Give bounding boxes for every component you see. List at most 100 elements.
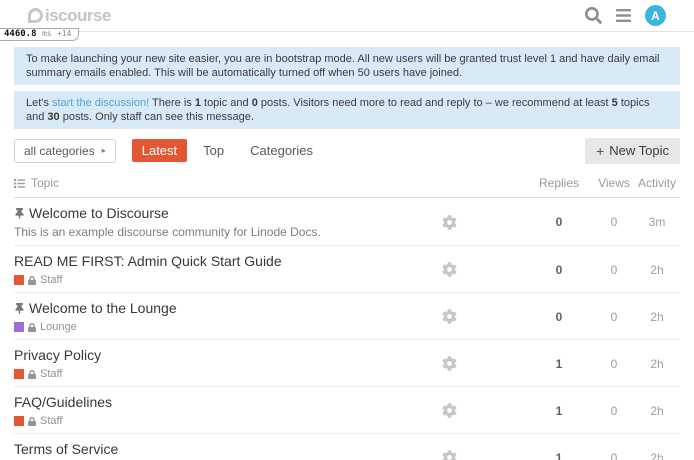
category-name: Staff (40, 415, 62, 427)
start-discussion-link[interactable]: start the discussion! (52, 97, 149, 109)
topic-title[interactable]: Welcome to Discourse (29, 205, 169, 221)
replies-count: 0 (524, 215, 594, 229)
lock-icon (28, 323, 36, 332)
activity-column-header[interactable]: Activity (634, 176, 680, 190)
bootstrap-notice-text: To make launching your new site easier, … (26, 53, 659, 79)
replies-count: 0 (524, 310, 594, 324)
replies-count: 1 (524, 451, 594, 460)
topic-title-line[interactable]: Welcome to the Lounge (14, 300, 364, 317)
activity-value[interactable]: 2h (634, 263, 680, 277)
views-count: 0 (594, 357, 634, 371)
list-controls: all categories ▸ Latest Top Categories +… (14, 138, 680, 163)
new-topic-label: New Topic (609, 143, 669, 158)
header-actions: A (585, 5, 666, 26)
caret-right-icon: ▸ (102, 146, 106, 155)
views-count: 0 (594, 310, 634, 324)
user-avatar[interactable]: A (645, 5, 666, 26)
category-badge[interactable]: Staff (14, 415, 364, 427)
topic-column-header[interactable]: Topic (14, 176, 374, 190)
activity-value[interactable]: 2h (634, 404, 680, 418)
lock-icon (28, 370, 36, 379)
gear-icon[interactable] (442, 356, 457, 371)
pin-icon (14, 303, 25, 314)
activity-value[interactable]: 3m (634, 215, 680, 229)
site-header: iscourse A (0, 0, 694, 32)
topic-admin-cell (374, 262, 524, 277)
search-icon[interactable] (585, 7, 602, 24)
gear-icon[interactable] (442, 450, 457, 460)
gear-icon[interactable] (442, 309, 457, 324)
topic-admin-cell (374, 309, 524, 324)
activity-value[interactable]: 2h (634, 451, 680, 460)
topic-list-header: Topic Replies Views Activity (14, 168, 680, 198)
replies-count: 0 (524, 263, 594, 277)
category-filter-label: all categories (24, 144, 95, 158)
topic-main-cell: READ ME FIRST: Admin Quick Start Guide S… (14, 253, 374, 286)
topic-main-cell: Terms of Service Staff (14, 441, 374, 460)
activity-value[interactable]: 2h (634, 310, 680, 324)
replies-column-header[interactable]: Replies (524, 176, 594, 190)
gear-icon[interactable] (442, 262, 457, 277)
topic-admin-cell (374, 403, 524, 418)
category-badge[interactable]: Staff (14, 274, 364, 286)
category-color-square (14, 322, 24, 332)
topic-list-body: Welcome to Discourse This is an example … (14, 198, 680, 460)
views-count: 0 (594, 263, 634, 277)
tab-categories[interactable]: Categories (240, 139, 323, 162)
topic-title[interactable]: FAQ/Guidelines (14, 394, 112, 410)
views-count: 0 (594, 215, 634, 229)
topic-row: Privacy Policy Staff 1 0 2h (14, 340, 680, 387)
profiler-time: 4460.8 (4, 29, 37, 39)
gear-icon[interactable] (442, 403, 457, 418)
topic-row: Terms of Service Staff 1 0 2h (14, 434, 680, 460)
topic-row: FAQ/Guidelines Staff 1 0 2h (14, 387, 680, 434)
topic-row: READ ME FIRST: Admin Quick Start Guide S… (14, 246, 680, 293)
activity-value[interactable]: 2h (634, 357, 680, 371)
topic-excerpt: This is an example discourse community f… (14, 225, 364, 239)
topic-title-line[interactable]: Privacy Policy (14, 347, 364, 364)
topic-title-line[interactable]: FAQ/Guidelines (14, 394, 364, 411)
replies-count: 1 (524, 404, 594, 418)
topic-title[interactable]: Privacy Policy (14, 347, 101, 363)
category-name: Staff (40, 274, 62, 286)
topic-title-line[interactable]: Welcome to Discourse (14, 205, 364, 222)
tab-latest[interactable]: Latest (132, 139, 187, 162)
lock-icon (28, 276, 36, 285)
list-nav-tabs: Latest Top Categories (132, 139, 585, 162)
pin-icon (14, 208, 25, 219)
topic-main-cell: Welcome to the Lounge Lounge (14, 300, 374, 333)
category-badge[interactable]: Staff (14, 368, 364, 380)
views-column-header[interactable]: Views (594, 176, 634, 190)
new-topic-button[interactable]: + New Topic (585, 138, 680, 164)
category-color-square (14, 416, 24, 426)
category-name: Lounge (40, 321, 77, 333)
category-badge[interactable]: Lounge (14, 321, 364, 333)
discourse-bubble-icon (28, 8, 43, 23)
logo-wordmark: iscourse (45, 6, 111, 26)
category-color-square (14, 369, 24, 379)
recommended-posts: 30 (47, 111, 59, 123)
start-discussion-notice: Let's start the discussion! There is 1 t… (14, 91, 680, 129)
topic-title[interactable]: Welcome to the Lounge (29, 300, 177, 316)
tab-top[interactable]: Top (193, 139, 234, 162)
topic-row: Welcome to the Lounge Lounge 0 0 2h (14, 293, 680, 340)
lock-icon (28, 417, 36, 426)
topic-admin-cell (374, 450, 524, 460)
hamburger-menu-icon[interactable] (615, 7, 632, 24)
gear-icon[interactable] (442, 215, 457, 230)
topic-title-line[interactable]: Terms of Service (14, 441, 364, 458)
replies-count: 1 (524, 357, 594, 371)
profiler-count: +14 (57, 29, 71, 38)
discourse-logo[interactable]: iscourse (28, 6, 111, 26)
topic-main-cell: FAQ/Guidelines Staff (14, 394, 374, 427)
topic-admin-cell (374, 215, 524, 230)
bootstrap-mode-notice: To make launching your new site easier, … (14, 47, 680, 85)
plus-icon: + (596, 143, 604, 159)
topic-title[interactable]: READ ME FIRST: Admin Quick Start Guide (14, 253, 282, 269)
topic-title[interactable]: Terms of Service (14, 441, 118, 457)
profiler-unit: ms (42, 29, 52, 38)
topic-main-cell: Privacy Policy Staff (14, 347, 374, 380)
topic-title-line[interactable]: READ ME FIRST: Admin Quick Start Guide (14, 253, 364, 270)
profiler-badge[interactable]: 4460.8 ms +14 (0, 28, 79, 41)
category-filter-dropdown[interactable]: all categories ▸ (14, 139, 116, 163)
